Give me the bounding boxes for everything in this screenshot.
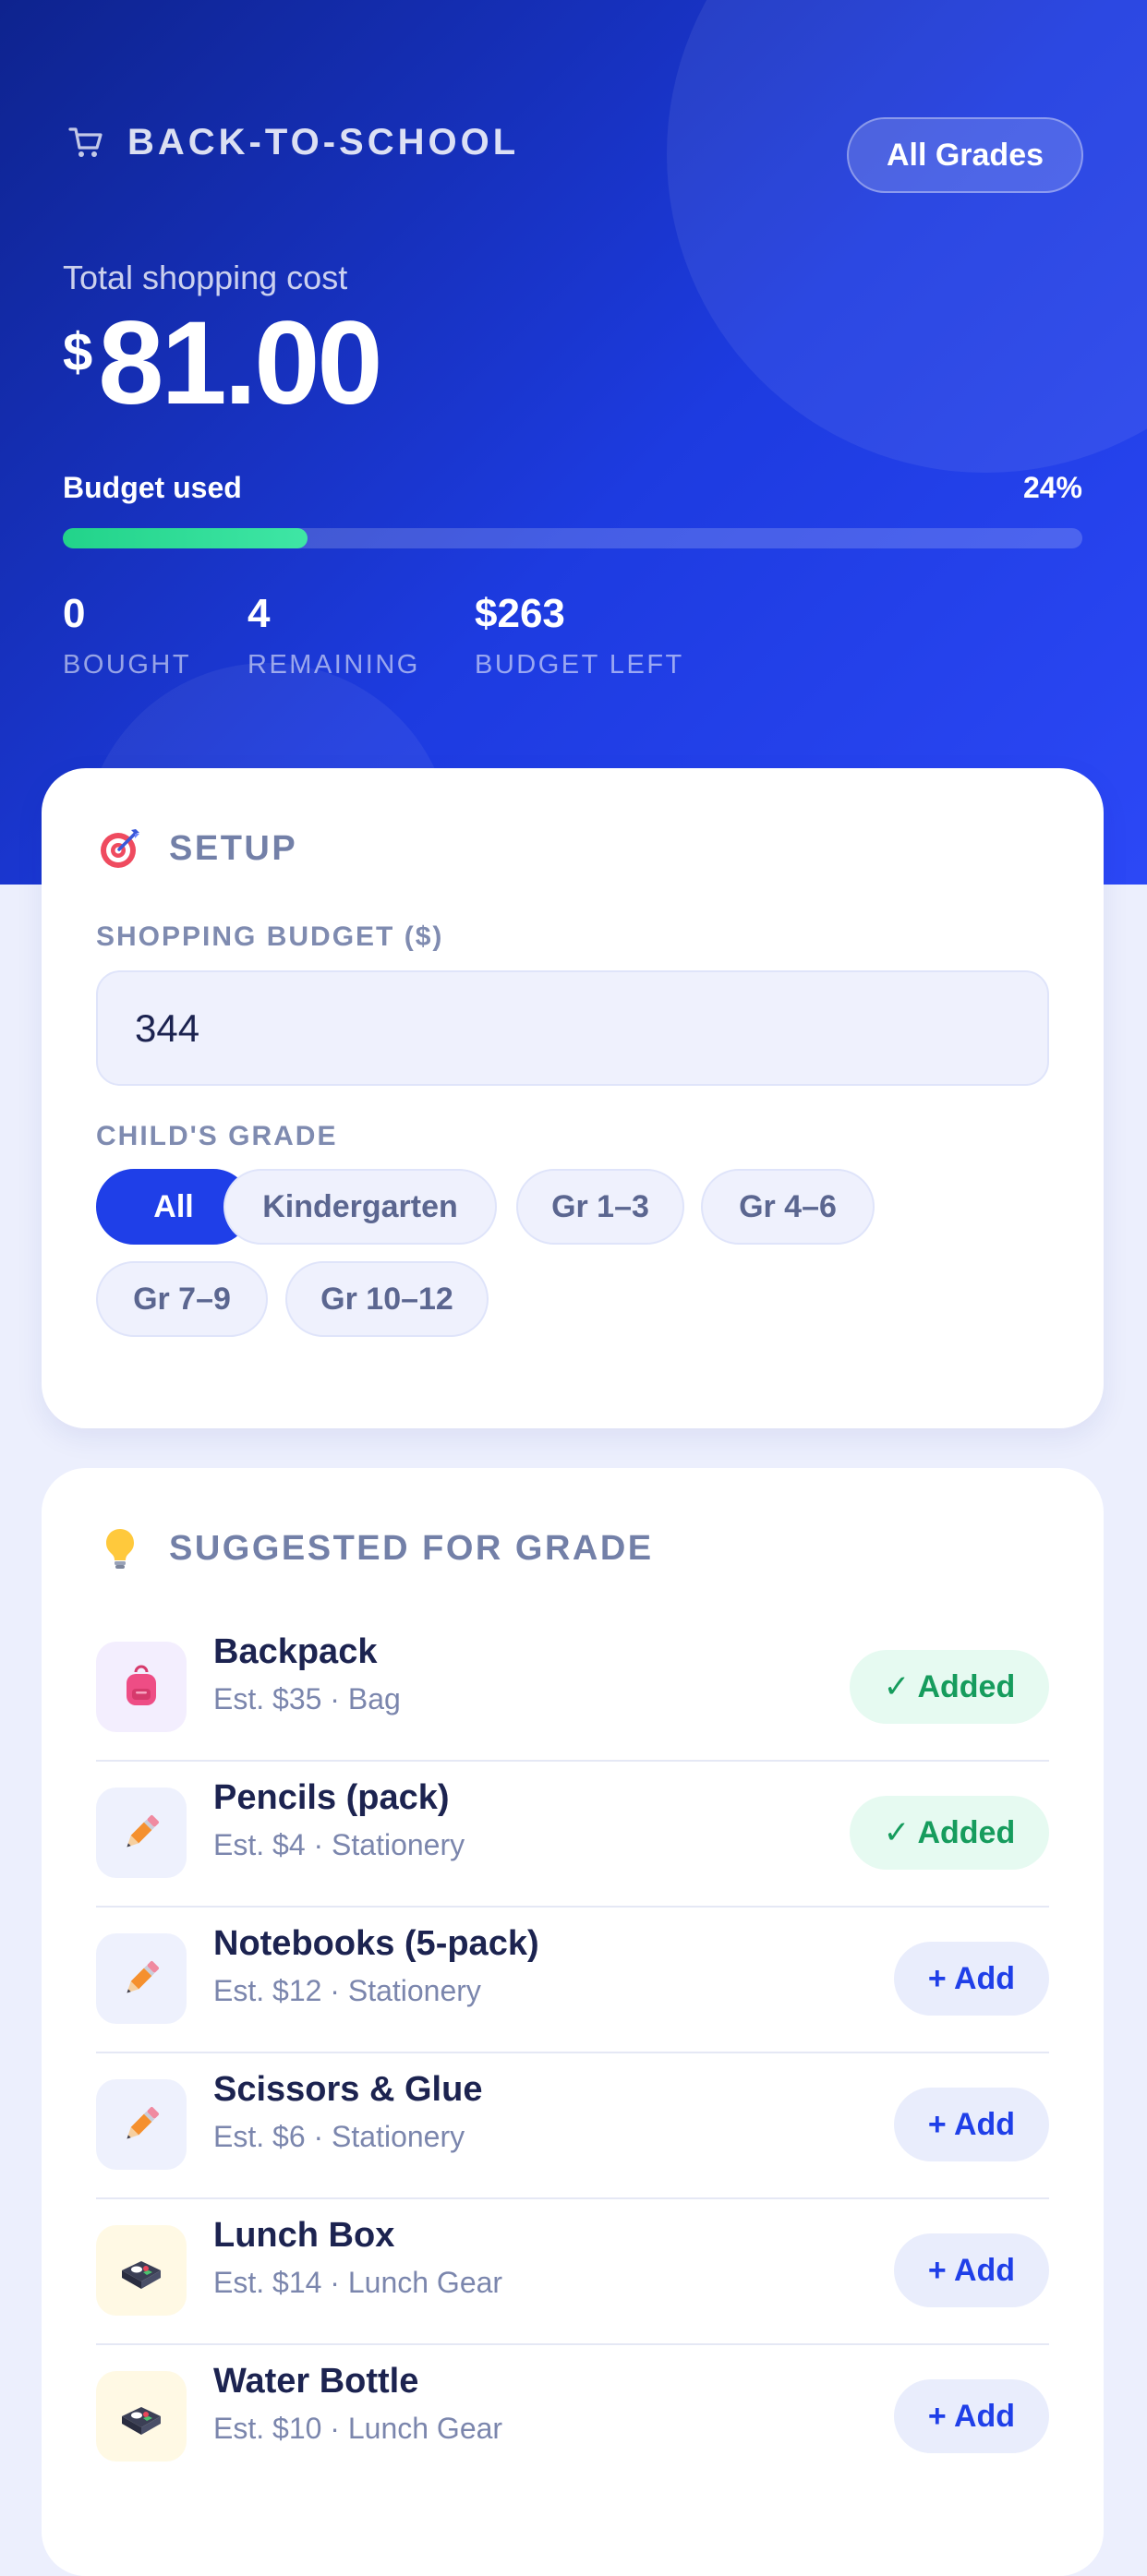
grade-filter-button[interactable]: All Grades (847, 117, 1083, 193)
stat-label: REMAINING (248, 650, 420, 680)
item-name: Notebooks (5-pack) (213, 1924, 539, 1963)
app-brand: BACK-TO-SCHOOL (65, 121, 519, 163)
item-name: Water Bottle (213, 2362, 419, 2401)
item-name: Pencils (pack) (213, 1778, 450, 1817)
target-icon (97, 825, 143, 872)
total-cost-label: Total shopping cost (63, 259, 348, 296)
add-button[interactable]: + Add (894, 2233, 1049, 2307)
suggested-title: SUGGESTED FOR GRADE (169, 1528, 654, 1568)
bento-box-icon (96, 2225, 187, 2316)
bento-box-icon (96, 2371, 187, 2462)
add-button[interactable]: + Add (894, 2088, 1049, 2161)
budget-used-percent: 24% (1022, 471, 1082, 504)
total-cost-amount: 81.00 (98, 297, 382, 429)
item-meta: Est. $14 · Lunch Gear (213, 2266, 503, 2299)
add-button[interactable]: + Add (894, 2379, 1049, 2453)
stat-value: 4 (248, 591, 271, 636)
pencil-icon (96, 1788, 187, 1878)
grade-chip-gr-10-12[interactable]: Gr 10–12 (285, 1261, 489, 1337)
list-item: Backpack Est. $35 · Bag ✓ Added (96, 1614, 1049, 1762)
setup-title: SETUP (169, 828, 298, 868)
hero-header: BACK-TO-SCHOOL All Grades Total shopping… (0, 0, 1147, 885)
item-name: Scissors & Glue (213, 2070, 483, 2109)
stat-bought: 0 BOUGHT (63, 591, 191, 680)
item-name: Backpack (213, 1632, 378, 1671)
suggested-header: SUGGESTED FOR GRADE (97, 1525, 654, 1571)
stat-label: BOUGHT (63, 650, 192, 680)
grade-chip-gr-4-6[interactable]: Gr 4–6 (701, 1169, 875, 1245)
pencil-icon (96, 1933, 187, 2024)
budget-progress-bar (63, 528, 1082, 548)
lightbulb-icon (97, 1525, 143, 1571)
list-item: Notebooks (5-pack) Est. $12 · Stationery… (96, 1906, 1049, 2053)
stat-budget-left: $263 BUDGET LEFT (475, 591, 684, 680)
budget-field-label: SHOPPING BUDGET ($) (96, 921, 444, 952)
total-cost: $ 81.00 (63, 297, 383, 429)
setup-header: SETUP (97, 825, 297, 872)
budget-input[interactable]: 344 (96, 970, 1049, 1086)
item-meta: Est. $12 · Stationery (213, 1974, 481, 2007)
grade-chip-kindergarten[interactable]: Kindergarten (223, 1169, 497, 1245)
list-item: Pencils (pack) Est. $4 · Stationery ✓ Ad… (96, 1760, 1049, 1908)
stat-value: 0 (63, 591, 86, 636)
grade-field-label: CHILD'S GRADE (96, 1121, 338, 1151)
list-item: Lunch Box Est. $14 · Lunch Gear + Add (96, 2197, 1049, 2345)
grade-chip-gr-7-9[interactable]: Gr 7–9 (96, 1261, 268, 1337)
added-button[interactable]: ✓ Added (850, 1796, 1049, 1870)
list-item: Water Bottle Est. $10 · Lunch Gear + Add (96, 2343, 1049, 2489)
item-meta: Est. $6 · Stationery (213, 2120, 465, 2153)
pencil-icon (96, 2079, 187, 2170)
grade-chip-gr-1-3[interactable]: Gr 1–3 (516, 1169, 684, 1245)
stat-label: BUDGET LEFT (475, 650, 684, 680)
item-name: Lunch Box (213, 2216, 395, 2255)
item-meta: Est. $35 · Bag (213, 1682, 401, 1715)
backpack-icon (96, 1642, 187, 1732)
shopping-cart-icon (65, 121, 107, 163)
list-item: Scissors & Glue Est. $6 · Stationery + A… (96, 2052, 1049, 2199)
decor-circle (667, 0, 1147, 473)
stat-value: $263 (475, 591, 565, 636)
budget-input-value: 344 (135, 1005, 200, 1050)
suggested-card: SUGGESTED FOR GRADE Backpack Est. $35 · … (42, 1468, 1104, 2576)
budget-used-label: Budget used (63, 471, 242, 504)
setup-card: SETUP SHOPPING BUDGET ($) 344 CHILD'S GR… (42, 768, 1104, 1428)
app-title: BACK-TO-SCHOOL (127, 121, 520, 163)
add-button[interactable]: + Add (894, 1942, 1049, 2016)
currency-symbol: $ (63, 322, 93, 382)
item-meta: Est. $10 · Lunch Gear (213, 2412, 503, 2445)
added-button[interactable]: ✓ Added (850, 1650, 1049, 1724)
item-meta: Est. $4 · Stationery (213, 1828, 465, 1861)
budget-progress-fill (63, 528, 308, 548)
stat-remaining: 4 REMAINING (248, 591, 420, 680)
